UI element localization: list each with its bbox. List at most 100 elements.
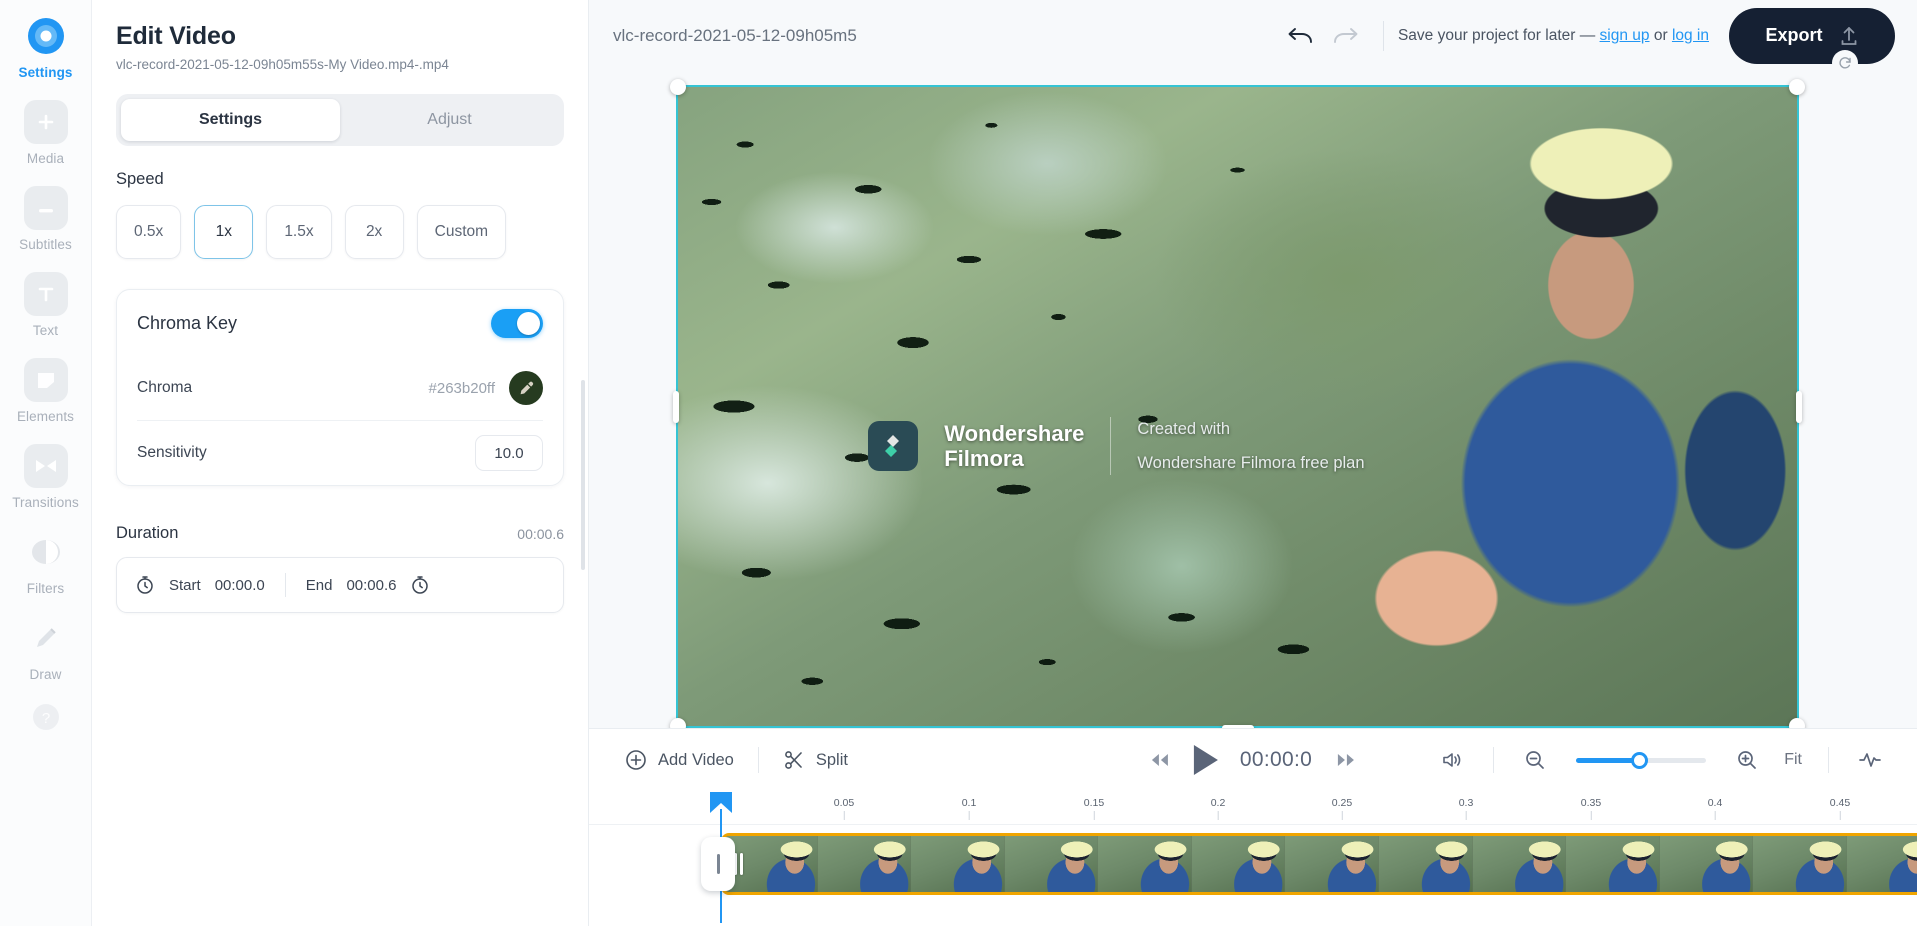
speed-option-0.5x[interactable]: 0.5x [116,205,182,259]
clip-frame [1472,836,1567,892]
sidebar-item-label: Elements [16,409,75,424]
sidebar-item-settings[interactable]: Settings [0,14,92,80]
clip-thumbnail-strip [724,836,1917,892]
chroma-color-label: Chroma [137,379,193,396]
ruler-tick: 0.15 [1084,797,1104,820]
chroma-color-row: Chroma #263b20ff [137,356,543,420]
tab-adjust[interactable]: Adjust [340,99,559,141]
export-button[interactable]: Export [1729,7,1895,64]
sidebar-item-filters[interactable]: Filters [0,530,92,596]
waveform-icon[interactable] [1847,740,1893,780]
zoom-in-icon[interactable] [1724,740,1770,780]
watermark-note-line2: Wondershare Filmora free plan [1137,454,1365,473]
end-value[interactable]: 00:00.6 [346,577,396,594]
video-crop-frame[interactable]: Wondershare Filmora Created with Wonders… [670,79,1805,734]
sidebar-item-elements[interactable]: Elements [0,358,92,424]
clip-frame [1378,836,1473,892]
log-in-link[interactable]: log in [1672,27,1709,44]
play-icon[interactable] [1193,745,1218,775]
chroma-sensitivity-row: Sensitivity 10.0 [137,421,543,485]
clip-frame [1191,836,1286,892]
left-rail: Settings Media Subtitles Text Elements T… [0,0,92,926]
watermark-brand-line1: Wondershare [944,421,1085,447]
speed-option-2x[interactable]: 2x [344,205,404,259]
crop-handle-left[interactable] [673,390,679,423]
text-t-icon [23,272,68,316]
sidebar-item-transitions[interactable]: Transitions [0,444,92,510]
duration-header: Duration 00:00.6 [116,524,564,543]
crop-handle-top-right[interactable] [1789,79,1805,95]
clip-grip-left[interactable] [734,851,743,877]
timeline: Add Video Split 00:00:0 Fit 0.05 0.1 0.1… [589,728,1917,926]
panel-tabs: Settings Adjust [116,94,564,146]
chroma-color-swatch[interactable] [509,371,543,405]
volume-icon[interactable] [1429,740,1475,780]
fast-forward-icon[interactable] [1334,751,1358,769]
page-title: Edit Video [116,22,236,50]
start-label: Start [169,576,201,594]
stopwatch-end-icon[interactable] [410,575,430,595]
clip-frame [1098,836,1192,892]
rewind-icon[interactable] [1148,751,1172,769]
redo-arrow-icon[interactable] [1323,16,1369,56]
watermark-note: Created with Wondershare Filmora free pl… [1137,412,1364,481]
undo-arrow-icon[interactable] [1277,16,1323,56]
transport-controls: 00:00:0 [1148,745,1358,775]
crop-handle-top-left[interactable] [670,79,686,95]
add-video-button[interactable]: Add Video [613,740,746,780]
sidebar-item-media[interactable]: Media [0,100,92,166]
plus-circle-icon [626,750,646,770]
svg-text:?: ? [41,710,49,727]
settings-target-icon [24,14,68,58]
clip-frame [1753,836,1847,892]
sidebar-item-subtitles[interactable]: Subtitles [0,186,92,252]
panel-scrollbar[interactable] [581,380,585,570]
video-preview[interactable]: Wondershare Filmora Created with Wonders… [678,87,1797,726]
subtitles-icon [23,186,68,230]
sidebar-item-label: Transitions [12,495,79,510]
export-button-label: Export [1765,25,1823,45]
main-area: vlc-record-2021-05-12-09h05m5 Save your … [589,0,1917,926]
preview-stage: Wondershare Filmora Created with Wonders… [589,71,1917,734]
zoom-slider[interactable] [1576,751,1707,769]
top-bar: vlc-record-2021-05-12-09h05m5 Save your … [589,0,1917,76]
split-button[interactable]: Split [771,740,860,780]
speed-option-custom[interactable]: Custom [416,205,507,259]
zoom-slider-knob[interactable] [1630,751,1648,769]
timeline-divider-1 [1493,747,1495,773]
clip-frame [1846,836,1917,892]
transitions-bowtie-icon [23,444,68,488]
sign-up-link[interactable]: sign up [1600,27,1650,44]
timeline-ruler[interactable]: 0.05 0.1 0.15 0.2 0.25 0.3 0.35 0.4 0.45… [589,791,1917,923]
tab-settings[interactable]: Settings [121,99,340,141]
start-value[interactable]: 00:00.0 [215,577,265,594]
clip-frame [1566,836,1660,892]
watermark-divider [1110,417,1112,476]
stopwatch-icon[interactable] [135,575,155,595]
help-circle-icon[interactable]: ? [31,702,61,732]
chroma-color-controls: #263b20ff [429,371,543,405]
speed-options: 0.5x 1x 1.5x 2x Custom [116,205,564,259]
chroma-key-card: Chroma Key Chroma #263b20ff Sensitivity … [116,289,564,486]
sidebar-item-draw[interactable]: Draw [0,616,92,682]
timeline-clip[interactable] [721,833,1917,895]
filters-contrast-icon [24,530,68,574]
save-project-note: Save your project for later — sign up or… [1398,27,1709,45]
sensitivity-label: Sensitivity [137,444,207,461]
speed-option-1.5x[interactable]: 1.5x [266,205,332,259]
clip-trim-handle-left[interactable] [701,837,735,891]
crop-handle-right[interactable] [1796,390,1802,423]
sensitivity-input[interactable]: 10.0 [475,435,543,471]
chroma-key-header: Chroma Key [137,290,543,356]
zoom-out-icon[interactable] [1512,740,1558,780]
chroma-key-toggle[interactable] [491,308,543,338]
eyedropper-icon [520,381,533,394]
sidebar-item-text[interactable]: Text [0,272,92,338]
timeline-toolbar: Add Video Split 00:00:0 Fit [589,729,1917,791]
ruler-tick: 0.1 [962,797,976,820]
split-label: Split [815,750,848,769]
fit-button[interactable]: Fit [1776,751,1810,769]
speed-option-1x[interactable]: 1x [194,205,254,259]
project-name: vlc-record-2021-05-12-09h05m5 [613,25,857,45]
filmora-diamond-icon [868,421,919,472]
